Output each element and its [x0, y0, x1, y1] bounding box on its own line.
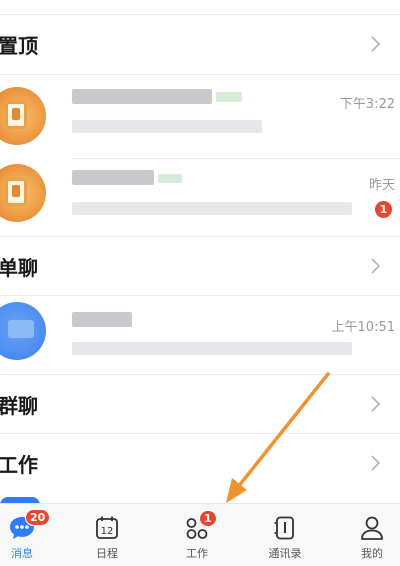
section-group-chat[interactable]: 群聊	[0, 375, 400, 433]
section-pinned[interactable]: 置顶	[0, 15, 400, 73]
tab-me[interactable]: 我的	[332, 504, 400, 566]
avatar	[0, 302, 46, 360]
unread-count-badge: 20	[25, 509, 51, 526]
section-group-chat-title: 群聊	[0, 393, 38, 418]
chat-row-1[interactable]: 下午3:22	[0, 75, 400, 159]
tab-label: 日程	[96, 547, 118, 560]
section-work-title: 工作	[0, 452, 38, 477]
bottom-tab-bar: 20 消息 12 日程 1 工作 通讯录 我的	[0, 503, 400, 566]
chat-row-3[interactable]: 上午10:51	[0, 290, 400, 374]
section-pinned-title: 置顶	[0, 33, 38, 58]
blurred-tag	[158, 174, 182, 183]
work-badge: 1	[199, 510, 217, 527]
tab-label: 我的	[361, 547, 383, 560]
chat-time: 下午3:22	[339, 97, 395, 112]
tab-label: 工作	[186, 547, 208, 560]
blurred-tag	[216, 92, 242, 102]
avatar	[0, 164, 46, 222]
calendar-day: 12	[101, 526, 114, 537]
chat-time: 上午10:51	[331, 320, 395, 335]
profile-icon	[357, 513, 387, 543]
chevron-right-icon	[371, 258, 381, 274]
calendar-icon: 12	[92, 513, 122, 543]
tab-label: 消息	[11, 547, 33, 560]
apps-grid-icon: 1	[182, 510, 217, 543]
chat-bubble-icon: 20	[7, 509, 51, 543]
avatar	[0, 87, 46, 145]
section-single-chat-title: 单聊	[0, 255, 38, 280]
chat-time: 昨天	[368, 178, 395, 193]
section-single-chat[interactable]: 单聊	[0, 237, 400, 295]
unread-badge: 1	[375, 201, 392, 218]
section-work[interactable]: 工作	[0, 434, 400, 492]
tab-contacts[interactable]: 通讯录	[245, 504, 325, 566]
chat-row-2[interactable]: 昨天 1	[0, 152, 400, 236]
tab-messages[interactable]: 20 消息	[0, 504, 62, 566]
contacts-book-icon	[270, 513, 300, 543]
blurred-message-preview	[72, 120, 262, 133]
chevron-right-icon	[371, 36, 381, 52]
blurred-message-preview	[72, 202, 352, 215]
blurred-chat-name	[72, 312, 132, 327]
chevron-right-icon	[371, 455, 381, 471]
tab-schedule[interactable]: 12 日程	[67, 504, 147, 566]
tab-work[interactable]: 1 工作	[157, 504, 237, 566]
tab-label: 通讯录	[268, 547, 302, 560]
chevron-right-icon	[371, 396, 381, 412]
blurred-chat-name	[72, 89, 212, 104]
blurred-message-preview	[72, 342, 352, 355]
blurred-chat-name	[72, 170, 154, 185]
